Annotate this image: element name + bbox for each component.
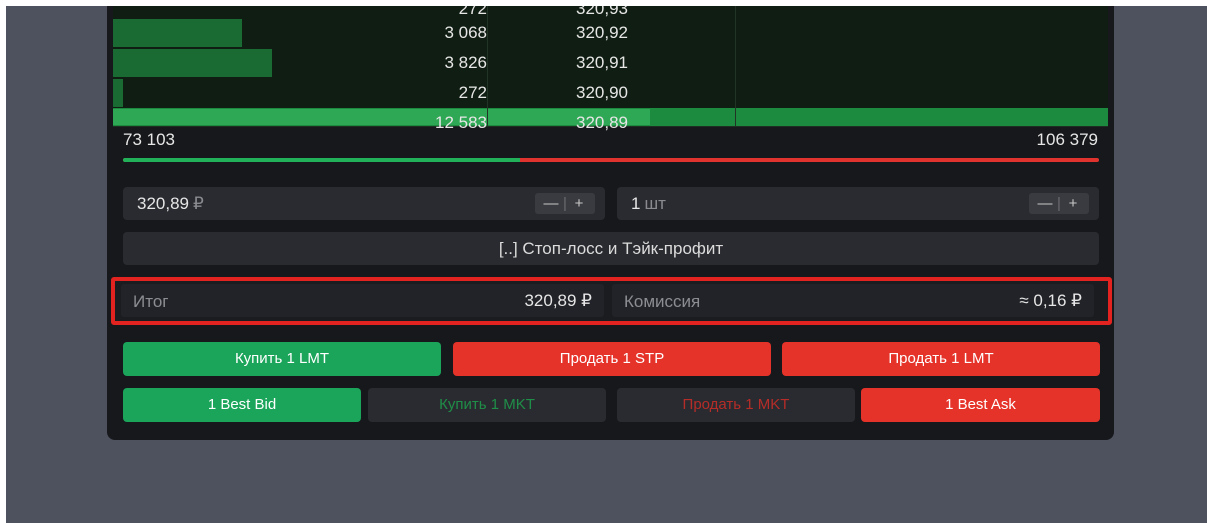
buy-limit-button[interactable]: Купить 1 LMT <box>123 342 441 376</box>
volume-totals: 73 103 106 379 <box>123 130 1098 154</box>
quantity-decrement-button[interactable]: — <box>1033 193 1057 214</box>
sell-volume-total: 106 379 <box>1036 130 1098 149</box>
order-book-row[interactable]: 272 320,90 <box>113 78 1108 109</box>
order-summary-highlight: Итог 320,89 ₽ Комиссия ≈ 0,16 ₽ <box>111 277 1112 325</box>
price-field[interactable]: 320,89 ₽ — | + <box>123 187 605 220</box>
divider <box>735 78 736 108</box>
commission-cell: Комиссия ≈ 0,16 ₽ <box>612 284 1094 317</box>
total-cell: Итог 320,89 ₽ <box>121 284 604 317</box>
buy-volume-total: 73 103 <box>123 130 175 149</box>
stop-loss-take-profit-button[interactable]: [..] Стоп-лосс и Тэйк-профит <box>123 232 1099 265</box>
total-value: 320,89 ₽ <box>524 291 592 310</box>
quantity-field[interactable]: 1 шт — | + <box>617 187 1099 220</box>
quantity-increment-button[interactable]: + <box>1061 193 1085 214</box>
best-ask-button[interactable]: 1 Best Ask <box>861 388 1100 422</box>
buy-sell-ratio-bar <box>123 158 1099 162</box>
divider <box>735 18 736 48</box>
row-qty: 3 068 <box>444 23 487 42</box>
trade-panel: 272 320,93 3 068 320,92 3 826 320,91 272… <box>107 6 1114 440</box>
buy-ratio-fill <box>123 158 521 162</box>
order-book: 272 320,93 3 068 320,92 3 826 320,91 272… <box>113 6 1108 132</box>
price-currency: ₽ <box>193 194 204 213</box>
row-qty: 3 826 <box>444 53 487 72</box>
row-qty: 272 <box>458 83 487 102</box>
divider <box>735 108 736 126</box>
commission-value: ≈ 0,16 ₽ <box>1019 291 1082 310</box>
sell-stop-button[interactable]: Продать 1 STP <box>453 342 771 376</box>
commission-label: Комиссия <box>624 292 701 311</box>
quantity-unit: шт <box>644 194 666 213</box>
quantity-stepper[interactable]: — | + <box>1029 193 1089 214</box>
row-price: 320,92 <box>576 23 628 42</box>
sell-market-button[interactable]: Продать 1 MKT <box>617 388 855 422</box>
divider <box>735 48 736 78</box>
price-increment-button[interactable]: + <box>567 193 591 214</box>
order-book-row[interactable]: 3 068 320,92 <box>113 18 1108 49</box>
order-book-row[interactable]: 12 583 320,89 <box>113 108 1108 132</box>
order-book-row[interactable]: 3 826 320,91 <box>113 48 1108 79</box>
price-decrement-button[interactable]: — <box>539 193 563 214</box>
row-price: 320,91 <box>576 53 628 72</box>
price-stepper[interactable]: — | + <box>535 193 595 214</box>
app-background: 272 320,93 3 068 320,92 3 826 320,91 272… <box>6 6 1207 523</box>
sell-limit-button[interactable]: Продать 1 LMT <box>782 342 1100 376</box>
price-value: 320,89 <box>137 194 189 213</box>
row-price: 320,90 <box>576 83 628 102</box>
total-label: Итог <box>133 292 169 311</box>
quantity-value: 1 <box>631 194 641 213</box>
best-bid-button[interactable]: 1 Best Bid <box>123 388 361 422</box>
buy-market-button[interactable]: Купить 1 MKT <box>368 388 606 422</box>
